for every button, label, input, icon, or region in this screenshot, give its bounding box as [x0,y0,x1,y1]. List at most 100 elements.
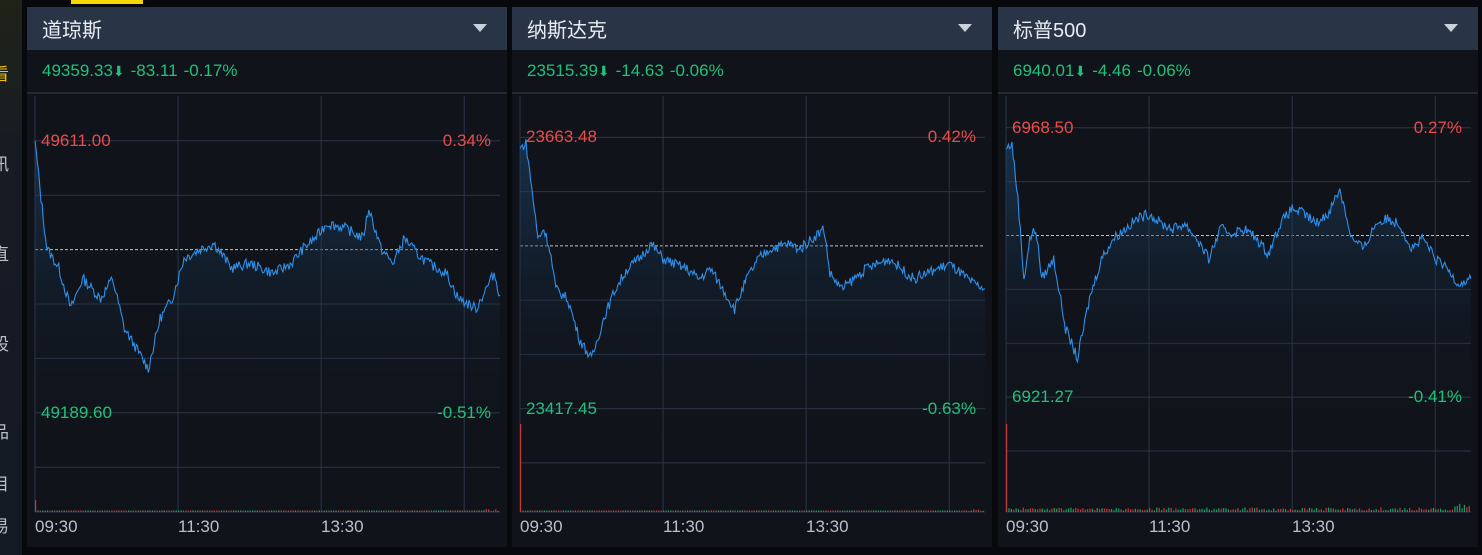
volume-bar [256,510,258,512]
volume-bar [1010,508,1012,512]
volume-bar [1234,509,1237,512]
volume-bar [641,510,643,512]
time-label: 11:30 [663,517,705,536]
volume-bar [636,510,639,512]
volume-bar [1401,509,1404,512]
volume-bar [982,510,984,512]
volume-bar [899,510,901,512]
volume-bar [485,509,487,512]
time-label: 09:30 [520,517,563,536]
volume-bar [536,510,538,512]
volume-bar [285,510,287,512]
volume-bar [61,510,63,512]
volume-bar [574,510,577,512]
sidebar-item[interactable]: 看 [0,60,9,85]
volume-bar [772,510,774,512]
last-price: 6940.01 [1013,61,1075,80]
volume-bar [1103,508,1105,512]
volume-bar [560,510,562,512]
intraday-chart[interactable]: 49611.00 0.34% 49189.60 -0.51% [27,96,507,516]
sidebar-item[interactable]: 品 [0,418,9,443]
chevron-down-icon[interactable] [1444,24,1458,32]
volume-bar [553,510,555,512]
intraday-chart[interactable]: 6968.50 0.27% 6921.27 -0.41% [998,96,1478,516]
volume-bar [927,510,929,512]
chevron-down-icon[interactable] [958,24,972,32]
sidebar-item[interactable]: 易 [0,512,9,537]
volume-bar [364,510,366,512]
volume-bar [605,510,608,512]
volume-bar [1161,510,1163,512]
volume-bar [263,510,266,512]
volume-bar [591,510,593,512]
volume-bar [1106,508,1108,512]
volume-bar [698,510,701,512]
volume-bar [627,510,629,512]
volume-bar [756,510,758,512]
volume-bar [488,509,490,512]
chevron-down-icon[interactable] [473,24,487,32]
volume-bar [1139,509,1141,512]
volume-bar [825,510,827,512]
volume-bar [75,510,77,512]
volume-bar [901,510,903,512]
sidebar-item[interactable]: 目 [0,470,9,495]
volume-bar [1041,508,1043,512]
volume-bar [347,510,349,512]
volume-bar [1020,510,1022,512]
panel-header[interactable]: 标普500 [998,7,1478,50]
volume-bar [402,510,404,512]
sidebar-item[interactable]: 讯 [0,150,9,175]
volume-bar [49,510,51,512]
volume-bar [965,510,968,512]
volume-bar [1087,509,1089,512]
time-label: 09:30 [1006,517,1049,536]
volume-bar [428,510,430,512]
volume-bar [275,510,278,512]
volume-bar [620,510,622,512]
sidebar-item[interactable]: 股 [0,330,9,355]
volume-bar [779,510,782,512]
volume-bar [1349,508,1351,512]
volume-bar [765,510,767,512]
volume-bar [1251,507,1253,512]
volume-bar [1466,507,1468,512]
sidebar-item[interactable]: 直 [0,240,9,265]
volume-bar [442,510,444,512]
volume-bar [968,510,970,512]
volume-bar [97,510,99,512]
volume-bar [318,510,320,512]
volume-bar [970,510,972,512]
volume-bar [1308,507,1311,512]
volume-bar [1025,509,1027,512]
low-pct-label: -0.41% [1408,387,1462,407]
volume-bar [1366,510,1368,512]
volume-bar [582,510,584,512]
volume-bar [1239,510,1241,512]
volume-bar [1254,508,1256,512]
volume-bar [551,510,553,512]
volume-bar [1351,509,1353,512]
volume-bar [677,510,679,512]
volume-bar [56,510,58,512]
panel-header[interactable]: 道琼斯 [27,7,507,50]
volume-bar [818,510,820,512]
panel-header[interactable]: 纳斯达克 [512,7,992,50]
volume-bar [1411,509,1413,512]
high-pct-label: 0.34% [442,130,491,150]
intraday-chart[interactable]: 23663.48 0.42% 23417.45 -0.63% [512,96,992,516]
volume-bar [844,510,846,512]
volume-bar [204,510,206,512]
volume-bar [1416,510,1418,512]
volume-bar [473,510,475,512]
volume-bar [182,510,185,512]
volume-bar [1094,509,1096,512]
volume-bar [218,510,220,512]
volume-bar [1108,509,1110,512]
volume-bar [1358,508,1361,512]
volume-bar [629,510,631,512]
volume-bar [1184,509,1187,512]
volume-bar [423,510,425,512]
volume-bar [1206,507,1208,512]
low-price-label: 6921.27 [1012,387,1074,407]
